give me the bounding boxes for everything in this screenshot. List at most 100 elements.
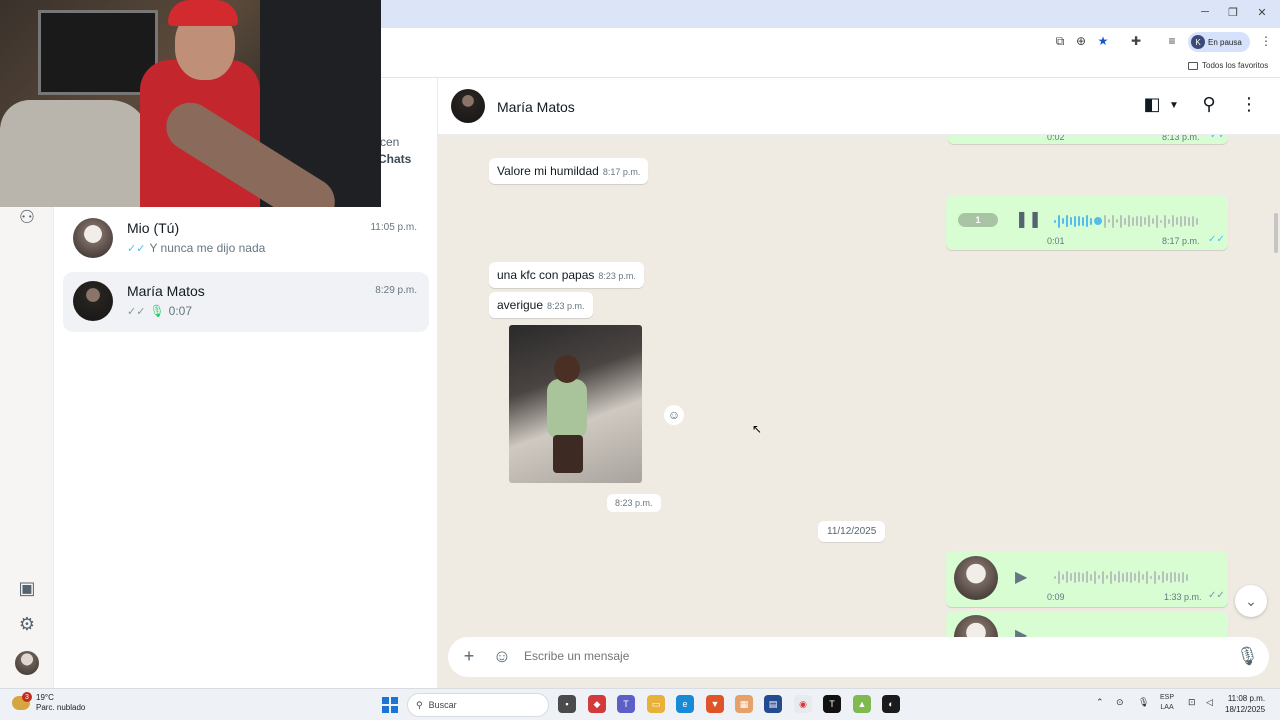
avatar xyxy=(73,218,113,258)
video-call-icon[interactable]: ◧ xyxy=(1140,94,1164,115)
waveform-bar xyxy=(1102,570,1104,584)
screen-cast-icon[interactable]: ⧉ xyxy=(1052,34,1068,49)
search-icon: ⚲ xyxy=(416,699,423,710)
waveform-bar xyxy=(1196,217,1198,225)
communities-icon[interactable]: ⚇ xyxy=(14,204,40,230)
star-icon[interactable]: ★ xyxy=(1095,34,1111,48)
voice-waveform[interactable] xyxy=(1054,214,1198,228)
message-time: 8:17 p.m. xyxy=(1162,236,1200,246)
system-clock[interactable]: 11:08 p.m. 18/12/2025 xyxy=(1225,693,1265,715)
waveform-bar xyxy=(1062,218,1064,224)
voice-waveform[interactable] xyxy=(1054,570,1188,584)
incoming-message[interactable]: averigue 8:23 p.m. xyxy=(489,292,593,318)
microphone-icon[interactable]: 🎙 xyxy=(1236,646,1259,667)
waveform-bar xyxy=(1074,215,1076,227)
waveform-bar xyxy=(1156,214,1158,228)
contact-name[interactable]: María Matos xyxy=(497,99,575,115)
voice-message-outgoing[interactable]: 1 ❚❚ 0:01 8:17 p.m. ✓✓ xyxy=(946,195,1228,250)
incoming-message[interactable]: una kfc con papas 8:23 p.m. xyxy=(489,262,644,288)
attach-plus-icon[interactable]: + xyxy=(458,646,480,667)
emoji-reaction-icon[interactable]: ☺ xyxy=(664,405,684,425)
chevron-down-icon[interactable]: ▼ xyxy=(1162,100,1186,111)
waveform-bar xyxy=(1058,570,1060,584)
webcam-bags xyxy=(0,100,150,207)
media-icon[interactable]: ≡ xyxy=(1164,34,1180,48)
playhead-dot[interactable] xyxy=(1094,217,1102,225)
mic-icon: 🎙 xyxy=(149,304,165,318)
scroll-down-button[interactable]: ⌄ xyxy=(1235,585,1267,617)
scrollbar[interactable] xyxy=(1274,213,1278,253)
tray-overflow-icon[interactable]: ⌃ xyxy=(1096,697,1104,708)
profile-avatar: K xyxy=(1191,35,1205,49)
volume-icon[interactable]: ◁ xyxy=(1206,697,1213,708)
profile-status: En pausa xyxy=(1208,37,1242,47)
pause-icon[interactable]: ❚❚ xyxy=(1015,209,1042,229)
incoming-message[interactable]: Valore mi humildad 8:17 p.m. xyxy=(489,158,649,184)
waveform-bar xyxy=(1144,217,1146,225)
chat-item-maria-matos[interactable]: María Matos 8:29 p.m. ✓✓ 🎙 0:07 xyxy=(63,272,429,332)
playback-speed-button[interactable]: 1 xyxy=(958,213,998,227)
waveform-bar xyxy=(1152,218,1154,224)
waveform-bar xyxy=(1070,217,1072,225)
store-icon[interactable]: ▤ xyxy=(764,695,782,713)
sticker-emoji-icon[interactable]: ☺ xyxy=(491,646,513,667)
message-text: una kfc con papas xyxy=(497,268,595,282)
restore-button[interactable]: ❐ xyxy=(1223,6,1243,19)
extensions-icon[interactable]: ✚ xyxy=(1128,34,1144,48)
file-explorer-icon[interactable]: ▭ xyxy=(647,695,665,713)
delivered-ticks-icon: ✓✓ xyxy=(127,305,146,318)
minimize-button[interactable]: ─ xyxy=(1195,6,1215,18)
close-window-button[interactable]: ✕ xyxy=(1252,6,1272,19)
waveform-bar xyxy=(1054,575,1056,579)
search-label: Buscar xyxy=(428,700,457,710)
chat-item-mio[interactable]: Mio (Tú) 11:05 p.m. ✓✓ Y nunca me dijo n… xyxy=(63,209,429,269)
language-indicator[interactable]: ESP LAA xyxy=(1160,693,1174,713)
app-dark-icon[interactable]: ◐ xyxy=(882,695,900,713)
clock-date: 18/12/2025 xyxy=(1225,705,1266,714)
waveform-bar xyxy=(1066,215,1068,227)
weather-icon: 3 xyxy=(12,692,32,710)
play-icon[interactable]: ▶ xyxy=(1015,567,1027,587)
avatar xyxy=(73,281,113,321)
waveform-bar xyxy=(1128,215,1130,227)
image-message[interactable] xyxy=(509,325,642,483)
language-code: ESP xyxy=(1160,694,1175,701)
menu-icon[interactable]: ⋮ xyxy=(1258,34,1274,48)
teams-icon[interactable]: T xyxy=(617,695,635,713)
tray-app-icon[interactable]: ⊙ xyxy=(1116,697,1124,708)
waveform-bar xyxy=(1168,218,1170,224)
taskbar-search[interactable]: ⚲ Buscar xyxy=(407,693,549,717)
all-bookmarks-button[interactable]: Todos los favoritos xyxy=(1188,61,1268,70)
edge-icon[interactable]: e xyxy=(676,695,694,713)
profile-button[interactable]: K En pausa xyxy=(1188,32,1250,52)
chrome-icon[interactable]: ◉ xyxy=(794,695,812,713)
app-red-icon[interactable]: ◆ xyxy=(588,695,606,713)
start-button[interactable] xyxy=(382,697,398,713)
photos-icon[interactable]: ▦ xyxy=(735,695,753,713)
network-icon[interactable]: ⊡ xyxy=(1188,697,1196,708)
weather-widget[interactable]: 3 19°C Parc. nublado xyxy=(12,692,85,713)
settings-icon[interactable]: ⚙ xyxy=(14,611,40,637)
search-icon[interactable]: ⚲ xyxy=(1197,94,1221,115)
more-options-icon[interactable]: ⋮ xyxy=(1237,94,1261,115)
media-gallery-icon[interactable]: ▣ xyxy=(14,575,40,601)
waveform-bar xyxy=(1162,571,1164,583)
profile-avatar-rail[interactable] xyxy=(15,651,39,675)
all-bookmarks-label: Todos los favoritos xyxy=(1202,61,1269,70)
message-input[interactable] xyxy=(524,649,1124,663)
chat-preview-text: Y nunca me dijo nada xyxy=(149,241,266,255)
brave-icon[interactable]: ▼ xyxy=(706,695,724,713)
chat-preview-text: 0:07 xyxy=(168,304,193,318)
zoom-icon[interactable]: ⊕ xyxy=(1073,34,1089,48)
tray-mic-icon[interactable]: 🎙 xyxy=(1138,697,1149,708)
waveform-bar xyxy=(1126,572,1128,582)
task-view-icon[interactable]: ▪ xyxy=(558,695,576,713)
date-separator: 11/12/2025 xyxy=(818,521,886,542)
capcut-icon[interactable]: T xyxy=(823,695,841,713)
clipped-chats-label[interactable]: Chats xyxy=(378,152,411,166)
message-composer: + ☺ 🎙 xyxy=(448,637,1269,677)
app-green-icon[interactable]: ▲ xyxy=(853,695,871,713)
voice-message-outgoing[interactable]: ▶ 0:09 1:33 p.m. ✓✓ xyxy=(946,551,1228,607)
contact-avatar[interactable] xyxy=(451,89,485,123)
chat-preview: ✓✓ Y nunca me dijo nada xyxy=(127,241,265,255)
